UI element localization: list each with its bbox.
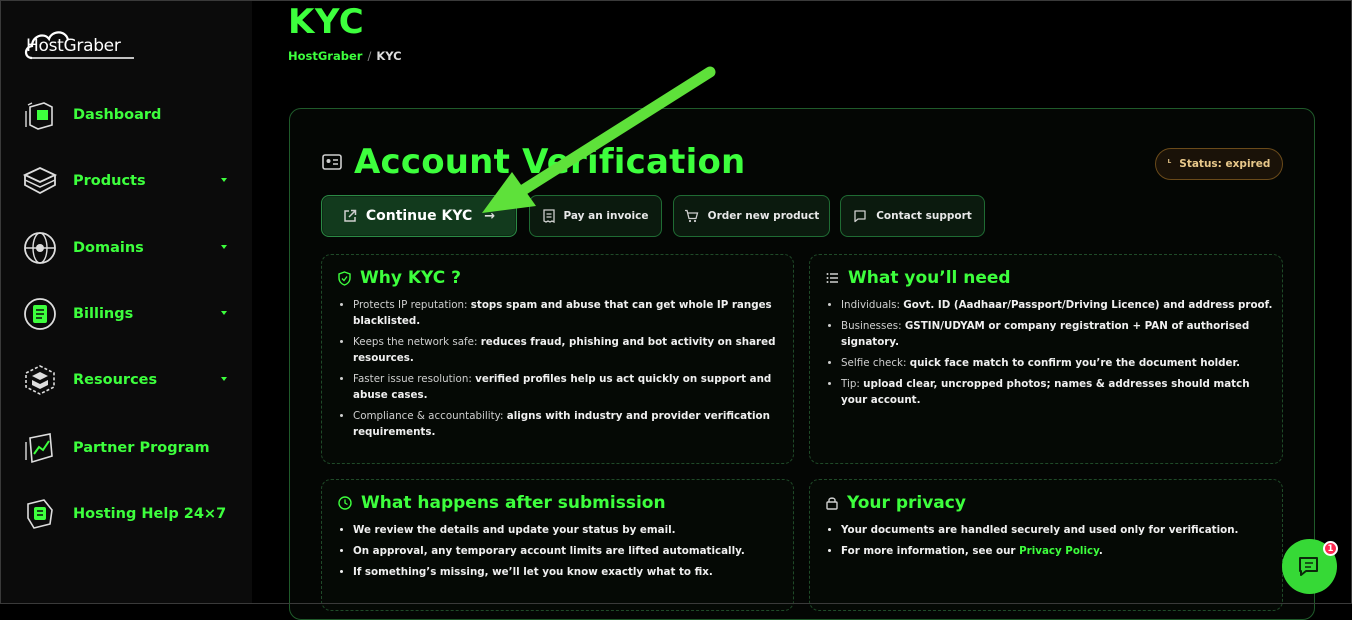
sidebar-item-dashboard[interactable]: Dashboard [20,95,235,135]
chevron-down-icon[interactable] [221,377,227,381]
breadcrumb-home-link[interactable]: HostGraber [288,49,362,63]
logo-text: HostGraber [26,36,121,56]
hostgraber-logo[interactable]: HostGraber [22,22,134,60]
sidebar-item-domains[interactable]: Domains [20,228,235,268]
pay-invoice-label: Pay an invoice [563,210,649,222]
requirements-list: Individuals: Govt. ID (Aadhaar/Passport/… [826,297,1273,413]
list-item: Compliance & accountability: aligns with… [353,408,783,440]
list-item: We review the details and update your st… [353,522,783,538]
continue-kyc-label: Continue KYC [365,208,473,224]
receipt-icon [542,209,555,223]
resources-icon [20,360,60,400]
breadcrumb-separator: / [367,49,372,63]
list-item: Selfie check: quick face match to confir… [841,355,1273,371]
id-card-icon [322,154,342,170]
sidebar-item-hosting-help[interactable]: Hosting Help 24×7 [20,494,235,534]
pay-invoice-button[interactable]: Pay an invoice [529,195,662,237]
requirements-panel: What you’ll need Individuals: Govt. ID (… [809,254,1283,464]
list-item: For more information, see our Privacy Po… [841,543,1273,559]
privacy-list: Your documents are handled securely and … [826,522,1273,564]
contact-support-button[interactable]: Contact support [840,195,985,237]
chat-bubble-icon [853,209,867,223]
list-item: Keeps the network safe: reduces fraud, p… [353,334,783,366]
dashboard-icon [20,95,60,135]
notification-badge: 1 [1323,541,1338,556]
globe-icon [20,228,60,268]
list-item: Tip: upload clear, uncropped photos; nam… [841,376,1273,408]
chat-icon [1298,556,1318,576]
sidebar: HostGraber Dashboard Products Domains Bi… [0,0,252,604]
clock-icon: ᴸ [1167,159,1172,169]
sidebar-item-label: Domains [73,240,144,256]
status-badge: ᴸ Status: expired [1155,148,1283,180]
box-icon [20,161,60,201]
arrow-right-icon: → [484,208,496,224]
sidebar-item-label: Resources [73,372,158,388]
list-item: If something’s missing, we’ll let you kn… [353,564,783,580]
why-kyc-list: Protects IP reputation: stops spam and a… [338,297,783,445]
breadcrumb-current: KYC [376,49,402,63]
why-kyc-panel: Why KYC ? Protects IP reputation: stops … [321,254,794,464]
partner-icon [20,428,60,468]
list-item: Businesses: GSTIN/UDYAM or company regis… [841,318,1273,350]
card-heading: Account Verification [322,142,745,182]
chevron-down-icon[interactable] [221,178,227,182]
continue-kyc-button[interactable]: Continue KYC → [321,195,517,237]
privacy-policy-link[interactable]: Privacy Policy [1019,545,1099,557]
account-verification-heading: Account Verification [354,142,746,182]
requirements-title: What you’ll need [826,268,1011,288]
contact-support-label: Contact support [876,210,972,222]
sidebar-item-label: Billings [73,306,134,322]
list-item: Your documents are handled securely and … [841,522,1273,538]
list-item: Individuals: Govt. ID (Aadhaar/Passport/… [841,297,1273,313]
list-item: Protects IP reputation: stops spam and a… [353,297,783,329]
after-submission-title: What happens after submission [338,493,666,513]
external-link-icon [343,209,357,223]
status-text: Status: expired [1179,158,1271,170]
sidebar-item-billings[interactable]: Billings [20,294,235,334]
sidebar-item-partner-program[interactable]: Partner Program [20,428,235,468]
sidebar-item-label: Partner Program [73,440,210,456]
sidebar-item-label: Hosting Help 24×7 [73,506,227,522]
list-icon [826,272,839,284]
list-item: Faster issue resolution: verified profil… [353,371,783,403]
shield-icon [338,270,351,286]
lock-icon [826,496,838,510]
cart-icon [684,209,699,223]
sidebar-item-label: Products [73,173,146,189]
why-kyc-title: Why KYC ? [338,268,461,288]
chevron-down-icon[interactable] [221,311,227,315]
breadcrumb: HostGraber / KYC [288,49,402,63]
sidebar-item-label: Dashboard [73,107,162,123]
list-item: On approval, any temporary account limit… [353,543,783,559]
order-new-product-label: Order new product [707,210,820,222]
help-icon [20,494,60,534]
sidebar-item-resources[interactable]: Resources [20,360,235,400]
after-submission-list: We review the details and update your st… [338,522,783,585]
chevron-down-icon[interactable] [221,245,227,249]
privacy-panel: Your privacy Your documents are handled … [809,479,1283,611]
after-submission-panel: What happens after submission We review … [321,479,794,611]
page-title: KYC [288,2,365,42]
billing-icon [20,294,60,334]
clock-icon [338,496,352,510]
order-new-product-button[interactable]: Order new product [673,195,830,237]
privacy-title: Your privacy [826,493,966,513]
sidebar-item-products[interactable]: Products [20,161,235,201]
